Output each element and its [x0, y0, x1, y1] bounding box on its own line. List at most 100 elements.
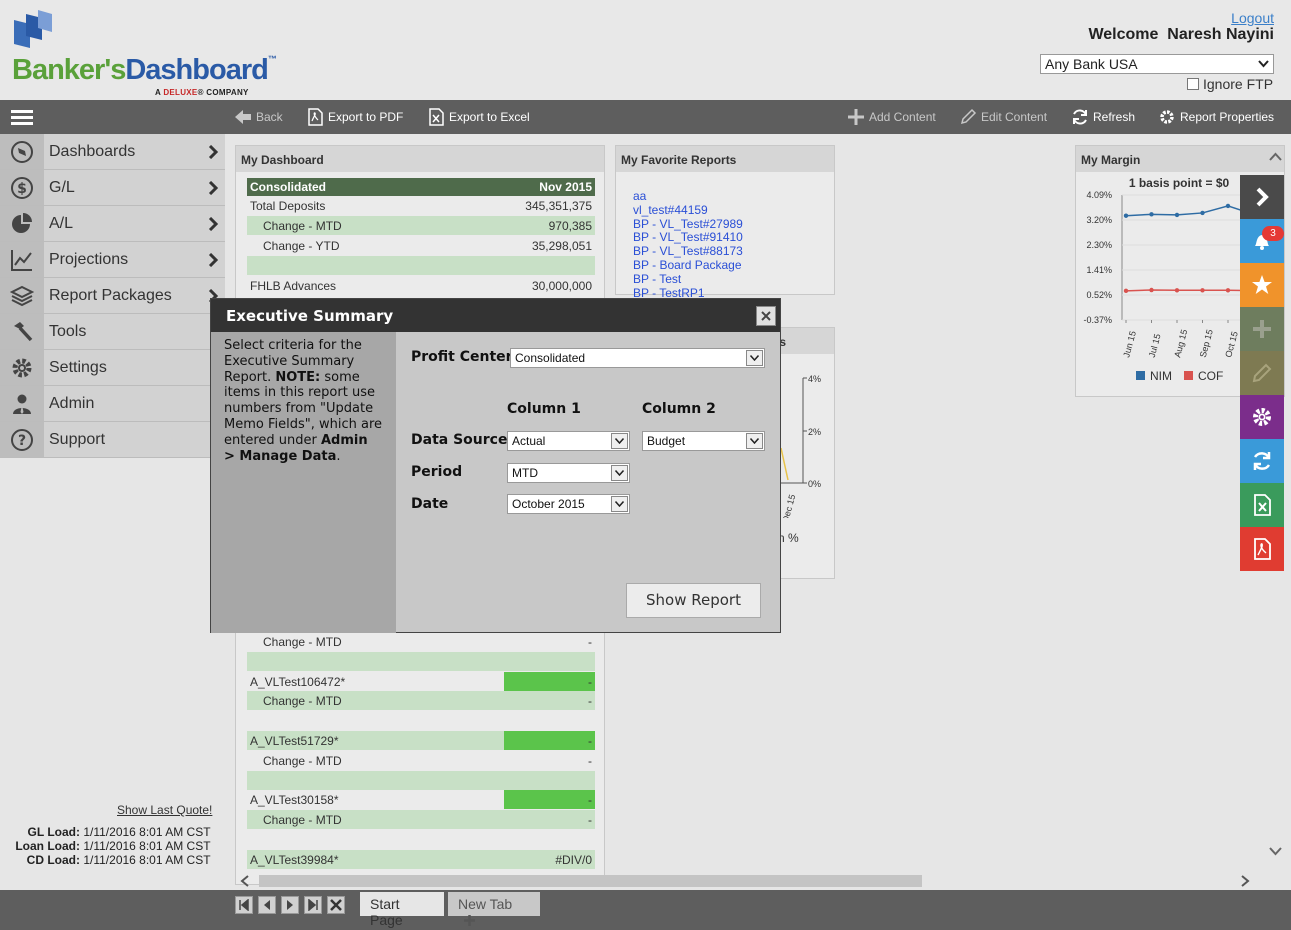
sidebar-item-al[interactable]: A/L — [0, 206, 225, 242]
table-row: A_VLTest106472* - — [247, 672, 595, 691]
sidebar-item-projections[interactable]: Projections — [0, 242, 225, 278]
favorite-report-link[interactable]: BP - Board Package — [633, 258, 743, 273]
close-tab-button[interactable] — [327, 896, 345, 914]
first-tab-button[interactable] — [235, 896, 253, 914]
tick-label: 0% — [808, 479, 821, 489]
status-bar — [504, 672, 595, 691]
y-tick-label: 0.52% — [1086, 290, 1112, 300]
vertical-scrollbar[interactable] — [1267, 145, 1284, 865]
data-point-cof — [1174, 288, 1180, 293]
profit-center-label: Profit Center — [411, 349, 513, 365]
logo-wordmark: Banker'sDashboard™ — [12, 54, 277, 86]
data-source-column2-select[interactable]: Budget — [642, 431, 765, 451]
sidebar-item-support[interactable]: ? Support — [0, 422, 225, 458]
sidebar-item-tools[interactable]: Tools — [0, 314, 225, 350]
header: Banker'sDashboard™ A DELUXE® COMPANY Log… — [0, 0, 1291, 100]
bank-select[interactable]: Any Bank USA — [1040, 54, 1274, 74]
favorite-report-link[interactable]: BP - VL_Test#91410 — [633, 231, 743, 245]
scroll-down-icon[interactable] — [1269, 847, 1282, 856]
y-tick-label: 2.30% — [1086, 240, 1112, 250]
tab-start-page[interactable]: Start Page — [360, 892, 444, 928]
favorite-report-link[interactable]: BP - VL_Test#88173 — [633, 244, 743, 259]
x-tick-label: Jun 15 — [1121, 330, 1138, 359]
dialog-close-button[interactable] — [756, 306, 776, 326]
data-point-nim — [1200, 210, 1205, 216]
sidebar-item-settings[interactable]: Settings — [0, 350, 225, 386]
favorite-report-link[interactable]: aa — [633, 189, 743, 204]
sidebar-item-gl[interactable]: $ G/L — [0, 170, 225, 206]
data-point-nim — [1225, 203, 1231, 209]
chevron-down-icon — [1258, 60, 1269, 68]
last-tab-button[interactable] — [304, 896, 322, 914]
data-source-column1-select[interactable]: Actual — [507, 431, 630, 451]
y-tick-label: 3.20% — [1086, 215, 1112, 225]
checkbox-box[interactable] — [1187, 78, 1199, 90]
period-label: Period — [411, 464, 463, 480]
ignore-ftp-checkbox[interactable]: Ignore FTP — [1187, 76, 1273, 92]
panel-title: My Margin — [1076, 146, 1284, 172]
scroll-right-icon[interactable] — [1240, 875, 1250, 887]
table-row: Change - MTD 970,385 — [247, 216, 595, 235]
favorite-report-link[interactable]: BP - Test — [633, 272, 743, 287]
excel-file-icon — [429, 108, 444, 126]
bank-select-value: Any Bank USA — [1045, 56, 1138, 72]
table-row: Change - MTD - — [247, 691, 595, 710]
scroll-left-icon[interactable] — [240, 875, 250, 887]
favorite-reports-list: aa vl_test#44159 BP - VL_Test#27989 BP -… — [633, 189, 743, 300]
previous-tab-button[interactable] — [258, 896, 276, 914]
show-report-button[interactable]: Show Report — [626, 583, 761, 618]
table-row: Change - MTD - — [263, 635, 592, 649]
export-excel-button[interactable]: Export to Excel — [427, 108, 530, 126]
scroll-up-icon[interactable] — [1269, 152, 1282, 161]
skip-last-icon — [308, 899, 318, 911]
edit-content-button[interactable]: Edit Content — [959, 108, 1047, 126]
refresh-button[interactable]: Refresh — [1071, 108, 1135, 126]
panel-title: My Favorite Reports — [616, 146, 834, 172]
tab-bar: Start Page New Tab — [0, 890, 1291, 930]
table-row: A_VLTest30158* - — [247, 790, 595, 809]
favorite-report-link[interactable]: vl_test#44159 — [633, 203, 743, 218]
logout-link[interactable]: Logout — [1231, 10, 1274, 26]
line-chart-icon — [11, 249, 32, 271]
report-properties-button[interactable]: Report Properties — [1158, 108, 1274, 126]
y-tick-label: 4.09% — [1086, 190, 1112, 200]
favorite-report-link[interactable]: BP - VL_Test#27989 — [633, 217, 743, 232]
welcome-text: Welcome Naresh Nayini — [1088, 26, 1274, 43]
pencil-icon — [960, 108, 977, 125]
series-line-nim — [1125, 205, 1254, 217]
gear-icon — [12, 358, 32, 377]
table-row: Change - MTD - — [247, 810, 595, 829]
user-icon — [13, 394, 31, 414]
sidebar-item-label: A/L — [49, 214, 74, 232]
sidebar-item-dashboards[interactable]: Dashboards — [0, 134, 225, 170]
tick-label: Dec 15 — [780, 493, 797, 518]
add-content-button[interactable]: Add Content — [847, 108, 936, 126]
tick-label: 4% — [808, 374, 821, 384]
chevron-right-icon — [208, 217, 219, 231]
data-point-cof — [1225, 288, 1231, 293]
scrollbar-thumb[interactable] — [259, 875, 922, 887]
help-icon: ? — [11, 428, 33, 451]
legend-label: n % — [778, 531, 799, 545]
export-pdf-button[interactable]: Export to PDF — [306, 108, 403, 126]
sidebar-item-label: G/L — [49, 178, 75, 196]
bankers-dashboard-logo: Banker'sDashboard™ A DELUXE® COMPANY — [12, 10, 277, 97]
sidebar-item-report-packages[interactable]: Report Packages — [0, 278, 225, 314]
chevron-down-icon — [615, 438, 624, 444]
data-point-nim — [1123, 213, 1129, 218]
y-tick-label: 1.41% — [1086, 265, 1112, 275]
next-tab-button[interactable] — [281, 896, 299, 914]
menu-icon[interactable] — [11, 110, 33, 126]
skip-first-icon — [239, 899, 249, 911]
date-select[interactable]: October 2015 — [507, 494, 630, 514]
show-last-quote-link[interactable]: Show Last Quote! — [117, 803, 212, 817]
arrow-left-icon — [235, 110, 251, 124]
back-button[interactable]: Back — [234, 108, 283, 126]
period-select[interactable]: MTD — [507, 463, 630, 483]
horizontal-scrollbar[interactable] — [235, 872, 1267, 889]
table-row — [247, 256, 595, 275]
pdf-file-icon — [308, 108, 323, 126]
tab-new-tab[interactable]: New Tab — [448, 892, 540, 926]
profit-center-select[interactable]: Consolidated — [510, 348, 765, 368]
sidebar-item-admin[interactable]: Admin — [0, 386, 225, 422]
